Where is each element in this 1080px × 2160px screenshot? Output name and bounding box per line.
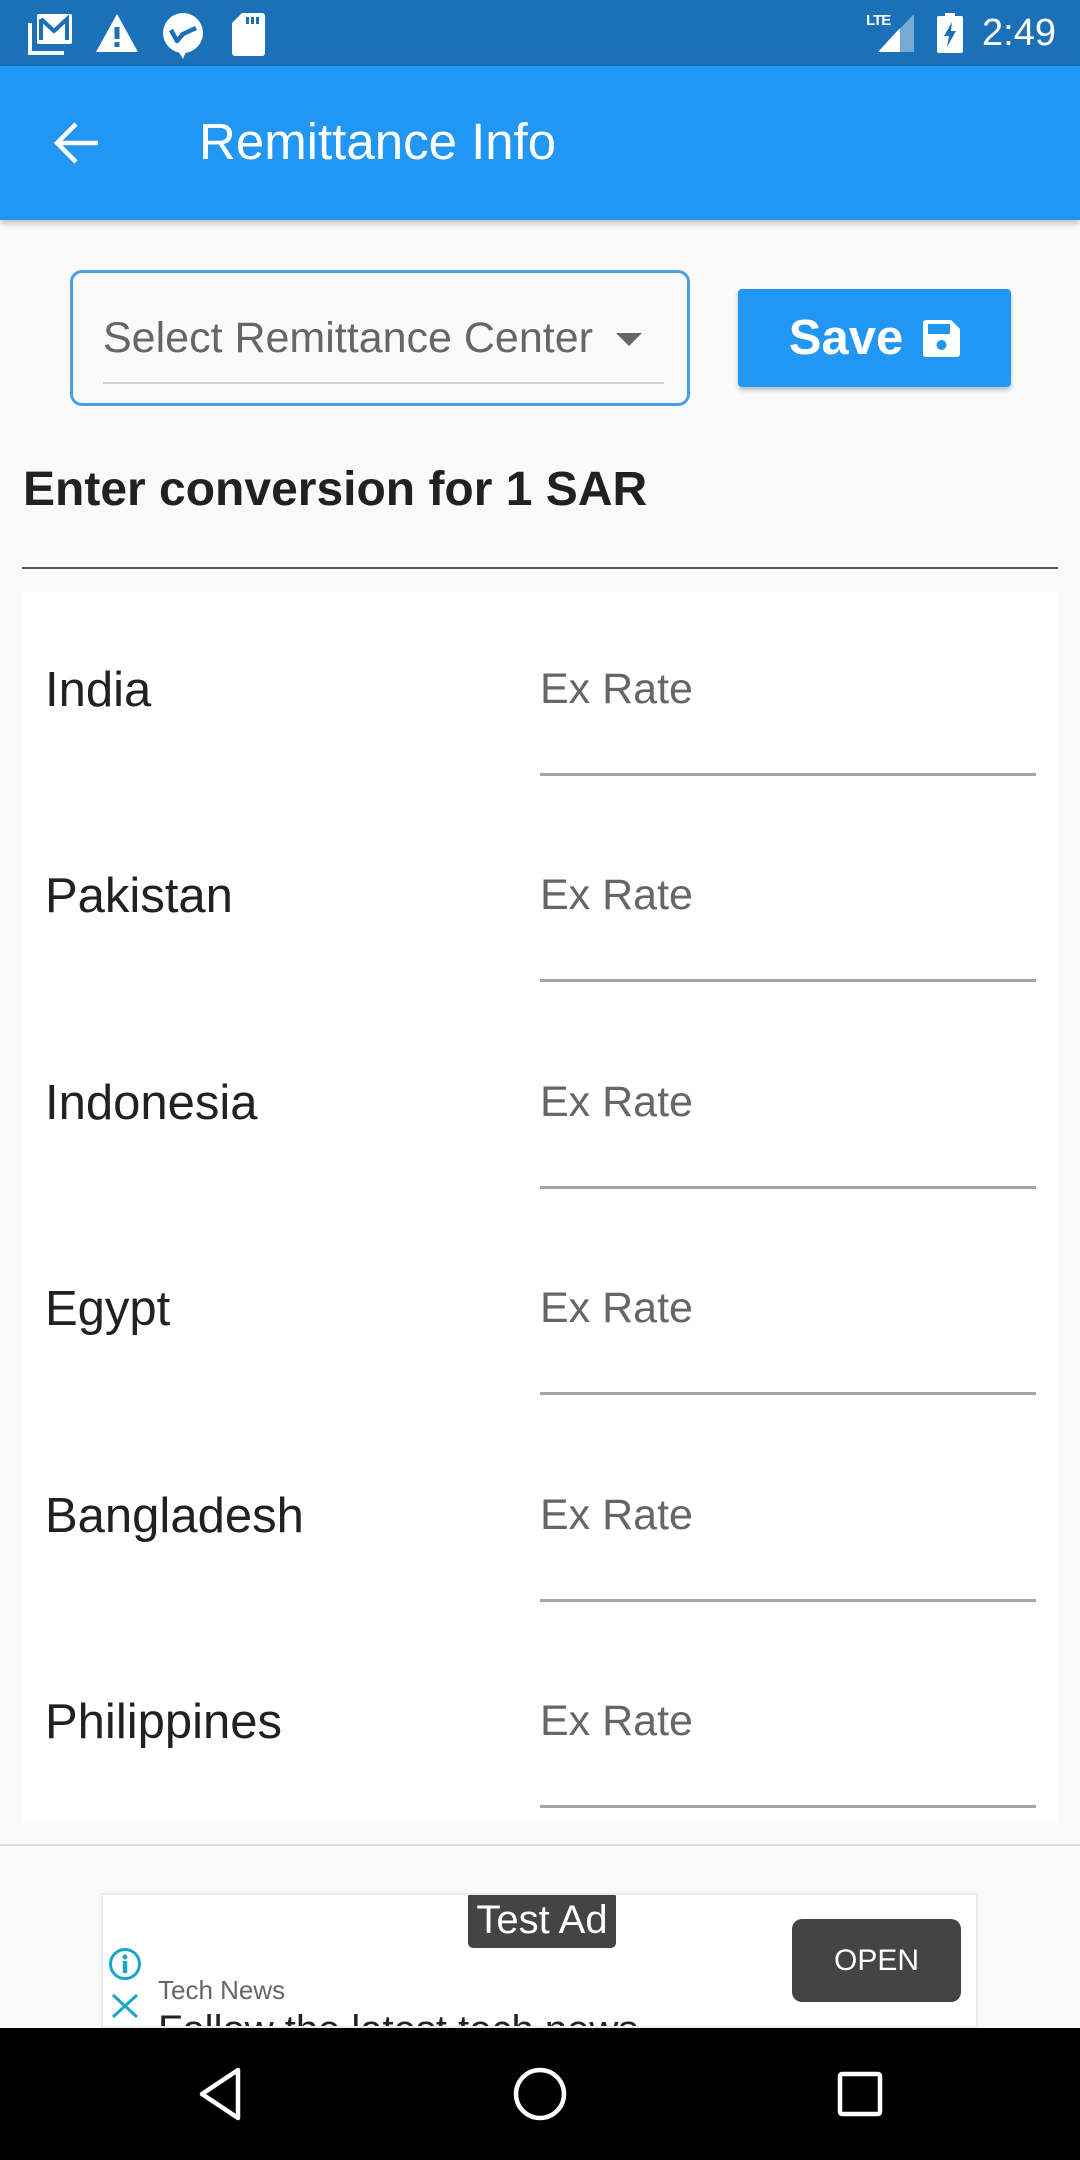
messenger-icon [163,13,203,59]
exchange-rate-card: India Pakistan Indonesia Egypt Banglades… [22,592,1058,1822]
gmail-icon [28,14,72,55]
input-underline [540,1805,1036,1808]
dropdown-placeholder: Select Remittance Center [103,314,593,362]
info-icon[interactable] [108,1947,142,1981]
navigation-bar [0,2028,1080,2160]
page-title: Remittance Info [199,113,557,170]
dropdown-arrow-icon [616,333,642,346]
country-row: Indonesia [22,1005,1058,1211]
country-row: India [22,592,1058,798]
dropdown-underline [103,382,664,384]
ex-rate-input[interactable] [540,1696,1036,1746]
country-row: Bangladesh [22,1418,1058,1624]
country-label: Bangladesh [45,1489,304,1543]
warning-icon [96,14,138,52]
close-icon[interactable] [111,1993,139,2019]
ex-rate-input[interactable] [540,1077,1036,1127]
remittance-center-dropdown[interactable]: Select Remittance Center [70,270,690,406]
nav-back-button[interactable] [180,2054,260,2134]
country-row: Egypt [22,1211,1058,1417]
battery-charging-icon [937,13,963,53]
divider [22,567,1058,569]
ad-open-button[interactable]: OPEN [792,1919,961,2002]
input-underline [540,1186,1036,1189]
nav-home-button[interactable] [500,2054,580,2134]
ad-banner[interactable]: Test Ad Tech News Follow the latest tech… [101,1893,978,2028]
status-bar: LTE 2:49 [0,0,1080,66]
ad-divider [0,1844,1080,1846]
clock: 2:49 [982,12,1056,54]
ex-rate-input[interactable] [540,1490,1036,1540]
nav-home-icon [513,2067,567,2121]
input-underline [540,1599,1036,1602]
input-underline [540,773,1036,776]
country-label: Pakistan [45,869,233,923]
app-bar: Remittance Info [0,66,1080,220]
country-label: India [45,663,152,717]
ad-advertiser: Tech News [158,1975,286,2005]
ex-rate-input[interactable] [540,664,1036,714]
nav-back-icon [199,2067,241,2121]
ex-rate-input[interactable] [540,870,1036,920]
conversion-heading: Enter conversion for 1 SAR [23,463,648,516]
country-label: Indonesia [45,1076,258,1130]
country-label: Egypt [45,1282,171,1336]
country-row: Philippines [22,1624,1058,1830]
floppy-disk-icon [923,319,961,357]
input-underline [540,979,1036,982]
arrow-back-icon [54,122,98,164]
screen: LTE 2:49 Remittance Info Select Remittan… [0,0,1080,2160]
nav-recents-button[interactable] [820,2054,900,2134]
sd-card-icon [232,13,265,56]
save-label: Save [788,311,904,365]
input-underline [540,1392,1036,1395]
ad-headline: Follow the latest tech news [158,2007,638,2026]
country-row: Pakistan [22,798,1058,1004]
nav-recents-icon [837,2071,883,2117]
country-label: Philippines [45,1695,282,1749]
signal-icon [878,14,914,52]
test-ad-badge: Test Ad [468,1895,616,1948]
back-button[interactable] [40,106,114,180]
ex-rate-input[interactable] [540,1283,1036,1333]
save-button[interactable]: Save [738,289,1011,387]
